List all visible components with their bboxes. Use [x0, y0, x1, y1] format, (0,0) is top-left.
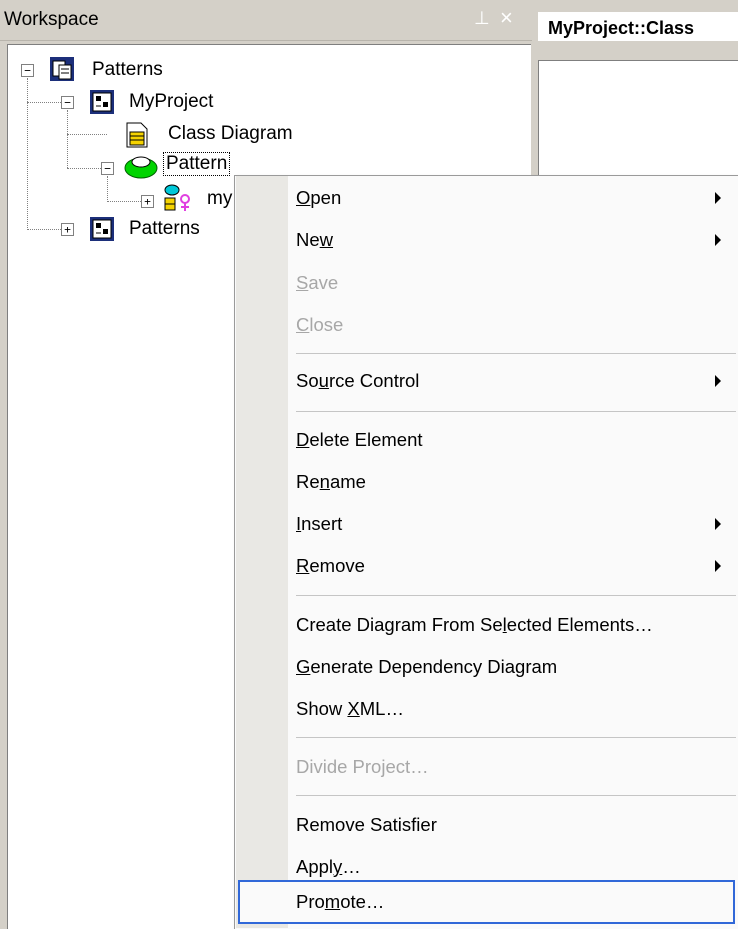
tree-item-label: my — [207, 188, 233, 209]
submenu-arrow-icon — [715, 375, 721, 387]
collapse-toggle[interactable]: − — [61, 96, 74, 109]
menu-item-source-control[interactable]: Source Control — [296, 370, 419, 392]
tree-item-label: Patterns — [92, 59, 163, 80]
tree-item-label: Class Diagram — [168, 123, 293, 144]
tree-item-label: MyProject — [129, 91, 214, 112]
tree-item-class-diagram[interactable]: Class Diagram — [168, 119, 293, 149]
menu-item-save: Save — [296, 272, 339, 293]
menu-item-insert[interactable]: Insert — [296, 513, 342, 535]
menu-item-new[interactable]: New — [296, 229, 333, 251]
collapse-toggle[interactable]: − — [101, 162, 114, 175]
menu-item-delete-element[interactable]: Delete Element — [296, 429, 423, 451]
project-icon — [90, 90, 114, 114]
collapse-toggle[interactable]: − — [21, 64, 34, 77]
menu-separator — [296, 411, 736, 412]
tree-item-patterns-root[interactable]: Patterns — [92, 55, 163, 85]
tree-item-myproject[interactable]: MyProject — [129, 87, 213, 117]
context-menu-gutter — [236, 176, 288, 928]
submenu-arrow-icon — [715, 560, 721, 572]
tree-item-label: Patterns — [129, 218, 200, 239]
menu-item-close: Close — [296, 314, 344, 335]
menu-item-open[interactable]: Open — [296, 187, 341, 209]
tree-line — [67, 110, 68, 168]
workspace-icon — [50, 57, 74, 81]
tree-item-pattern[interactable]: Pattern — [163, 149, 231, 179]
tree-line — [27, 78, 28, 230]
menu-item-divide-project: Divide Project… — [296, 756, 429, 777]
menu-separator — [296, 595, 736, 596]
tree-line — [67, 134, 107, 135]
menu-separator — [296, 795, 736, 796]
class-diagram-icon — [126, 122, 148, 148]
menu-item-remove[interactable]: Remove — [296, 555, 365, 577]
menu-separator — [296, 353, 736, 354]
tab-label: MyProject::Class — [548, 18, 695, 38]
expand-toggle[interactable]: + — [61, 223, 74, 236]
menu-item-promote[interactable]: Promote… — [296, 891, 384, 913]
submenu-arrow-icon — [715, 234, 721, 246]
tree-item-patterns-library[interactable]: Patterns — [129, 214, 200, 244]
tree-line — [107, 176, 108, 202]
workspace-title: Workspace — [4, 9, 99, 30]
menu-item-rename[interactable]: Rename — [296, 471, 366, 493]
tree-line — [27, 102, 61, 103]
menu-item-apply[interactable]: Apply… — [296, 856, 361, 878]
expand-toggle[interactable]: + — [141, 195, 154, 208]
project-icon — [90, 217, 114, 241]
role-icon — [164, 184, 190, 211]
close-icon[interactable]: × — [500, 5, 513, 31]
pin-icon[interactable]: ⊥ — [474, 8, 490, 29]
menu-item-generate-dependency-diagram[interactable]: Generate Dependency Diagram — [296, 656, 557, 678]
tree-line — [27, 229, 61, 230]
tree-item-label: Pattern — [163, 152, 231, 176]
pattern-icon — [124, 156, 158, 179]
submenu-arrow-icon — [715, 192, 721, 204]
menu-item-create-diagram[interactable]: Create Diagram From Selected Elements… — [296, 614, 653, 636]
submenu-arrow-icon — [715, 518, 721, 530]
menu-item-show-xml[interactable]: Show XML… — [296, 698, 404, 720]
menu-item-remove-satisfier[interactable]: Remove Satisfier — [296, 814, 437, 836]
menu-separator — [296, 737, 736, 738]
tree-item-my[interactable]: my — [207, 184, 232, 214]
